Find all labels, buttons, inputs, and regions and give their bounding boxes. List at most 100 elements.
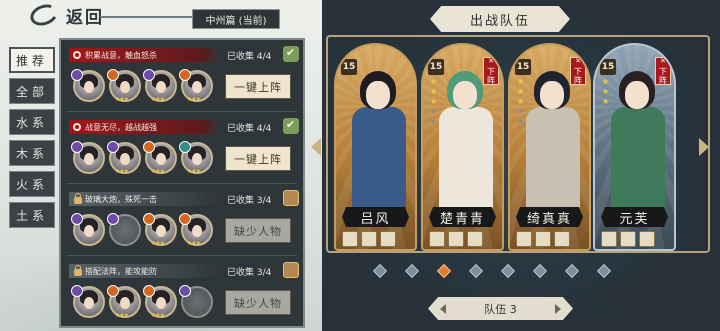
lineup-header: 积累战意，触血怒杀 xyxy=(69,48,219,62)
element-badge-icon xyxy=(71,69,83,81)
lineup-row: 玻璃大炮，殊死一击 已收集 3/4 ★★★ ★★★ 缺少人物 xyxy=(67,188,299,256)
lineup-row: 战意无尽，越战越强 已收集 4/4 ★★★ ★★★ ★★★ 一键上阵 xyxy=(67,116,299,184)
page-dot[interactable] xyxy=(564,263,580,279)
hero-avatar[interactable]: ★★★ xyxy=(107,141,141,175)
tab-recommended[interactable]: 推荐 xyxy=(9,47,55,73)
chest-icon[interactable] xyxy=(283,190,299,206)
lineup-title: 搭配法阵，能攻能防 xyxy=(85,266,157,276)
page-dot[interactable] xyxy=(404,263,420,279)
lineup-avatars: ★★★ ★★★ ★★★ xyxy=(71,141,213,175)
close-icon: ✕ xyxy=(575,57,581,65)
accessory-icon[interactable] xyxy=(467,231,483,247)
element-badge-icon xyxy=(179,69,191,81)
close-icon: ✕ xyxy=(660,57,666,65)
hero-equipment xyxy=(342,231,396,247)
tab-earth[interactable]: 土系 xyxy=(9,202,55,228)
hero-portrait xyxy=(435,65,495,215)
hero-card[interactable]: 15 ★ ★ ★ ★ ★ ✕ 下阵 元芙 xyxy=(593,43,676,251)
collect-count: 已收集 4/4 xyxy=(227,124,272,134)
tab-wood[interactable]: 木系 xyxy=(9,140,55,166)
hero-portrait xyxy=(607,65,667,215)
remove-hero-button[interactable]: ✕ 下阵 xyxy=(655,57,671,85)
element-badge-icon xyxy=(143,141,155,153)
armor-icon[interactable] xyxy=(448,231,464,247)
hero-avatar[interactable]: ★★★ xyxy=(143,69,177,103)
tab-water[interactable]: 水系 xyxy=(9,109,55,135)
missing-hero-button[interactable]: 缺少人物 xyxy=(225,218,291,243)
deploy-all-button[interactable]: 一键上阵 xyxy=(225,146,291,171)
armor-icon[interactable] xyxy=(535,231,551,247)
accessory-icon[interactable] xyxy=(380,231,396,247)
hero-avatar[interactable] xyxy=(71,141,105,174)
page-dot[interactable] xyxy=(532,263,548,279)
hero-level: 15 xyxy=(428,59,444,75)
chest-icon[interactable] xyxy=(283,262,299,278)
element-tabs: 推荐 全部 水系 木系 火系 土系 xyxy=(9,47,55,228)
tab-fire[interactable]: 火系 xyxy=(9,171,55,197)
hero-avatar[interactable]: ★★★ xyxy=(143,141,177,175)
element-badge-icon xyxy=(71,213,83,225)
hero-avatar[interactable]: ★★★ xyxy=(179,141,213,175)
hero-avatar[interactable]: ★★★ xyxy=(107,69,141,103)
hero-name: 绮真真 xyxy=(516,207,583,227)
hero-equipment xyxy=(601,231,655,247)
accessory-icon[interactable] xyxy=(554,231,570,247)
hero-card[interactable]: 15 ★ ★ ★ ★ ★ ✕ 下阵 绮真真 xyxy=(508,43,591,251)
next-arrow-icon[interactable] xyxy=(699,138,709,156)
hero-portrait xyxy=(522,65,582,215)
hero-avatar-empty[interactable] xyxy=(179,285,213,318)
hero-avatar-empty[interactable] xyxy=(107,213,141,246)
page-dot[interactable] xyxy=(500,263,516,279)
armor-icon[interactable] xyxy=(620,231,636,247)
back-swirl-icon xyxy=(27,0,61,30)
page-dot[interactable] xyxy=(468,263,484,279)
weapon-icon[interactable] xyxy=(429,231,445,247)
next-team-icon[interactable] xyxy=(555,304,561,314)
hero-avatar[interactable] xyxy=(71,213,105,246)
weapon-icon[interactable] xyxy=(516,231,532,247)
hero-name: 元芙 xyxy=(601,207,668,227)
deploy-all-button[interactable]: 一键上阵 xyxy=(225,74,291,99)
lock-icon xyxy=(74,265,82,276)
prev-team-icon[interactable] xyxy=(440,304,446,314)
close-icon: ✕ xyxy=(488,57,494,65)
lineup-row: 搭配法阵，能攻能防 已收集 3/4 ★★★ ★★★ 缺少人物 xyxy=(67,260,299,326)
accessory-icon[interactable] xyxy=(639,231,655,247)
tab-all[interactable]: 全部 xyxy=(9,78,55,104)
hero-name: 吕风 xyxy=(342,207,409,227)
lineup-list[interactable]: 积累战意，触血怒杀 已收集 4/4 ★★★ ★★★ ★★★ 一键上阵 战意无尽，… xyxy=(59,38,305,328)
team-selector[interactable]: 队伍 3 xyxy=(428,297,573,320)
missing-hero-button[interactable]: 缺少人物 xyxy=(225,290,291,315)
remove-hero-button[interactable]: ✕ 下阵 xyxy=(570,57,586,85)
chapter-label[interactable]: 中州篇 (当前) xyxy=(192,9,280,29)
team-title: 出战队伍 xyxy=(430,6,570,32)
page-dot[interactable] xyxy=(596,263,612,279)
element-badge-icon xyxy=(179,285,191,297)
element-badge-icon xyxy=(71,141,83,153)
weapon-icon[interactable] xyxy=(601,231,617,247)
page-dot[interactable] xyxy=(372,263,388,279)
lineup-avatars: ★★★ ★★★ xyxy=(71,285,213,319)
hero-avatar[interactable]: ★★★ xyxy=(107,285,141,319)
hero-avatar[interactable] xyxy=(71,69,105,102)
lineup-avatars: ★★★ ★★★ xyxy=(71,213,213,247)
hero-avatar[interactable]: ★★★ xyxy=(179,69,213,103)
back-button[interactable]: 返回 xyxy=(27,0,120,30)
hero-avatar[interactable] xyxy=(71,285,105,318)
hero-card[interactable]: 15 吕风 xyxy=(334,43,417,251)
hero-avatar[interactable]: ★★★ xyxy=(143,285,177,319)
lock-icon xyxy=(74,193,82,204)
remove-hero-label: 下阵 xyxy=(659,67,667,85)
hero-avatar[interactable]: ★★★ xyxy=(179,213,213,247)
hero-card[interactable]: 15 ★ ★ ★ ★ ★ ✕ 下阵 楚青青 xyxy=(421,43,504,251)
hero-avatar[interactable]: ★★★ xyxy=(143,213,177,247)
weapon-icon[interactable] xyxy=(342,231,358,247)
collect-count: 已收集 3/4 xyxy=(227,196,272,206)
armor-icon[interactable] xyxy=(361,231,377,247)
lineup-avatars: ★★★ ★★★ ★★★ xyxy=(71,69,213,103)
lineup-row: 积累战意，触血怒杀 已收集 4/4 ★★★ ★★★ ★★★ 一键上阵 xyxy=(67,44,299,112)
element-badge-icon xyxy=(107,285,119,297)
prev-arrow-icon[interactable] xyxy=(311,138,321,156)
page-dot[interactable] xyxy=(436,263,452,279)
remove-hero-button[interactable]: ✕ 下阵 xyxy=(483,57,499,85)
